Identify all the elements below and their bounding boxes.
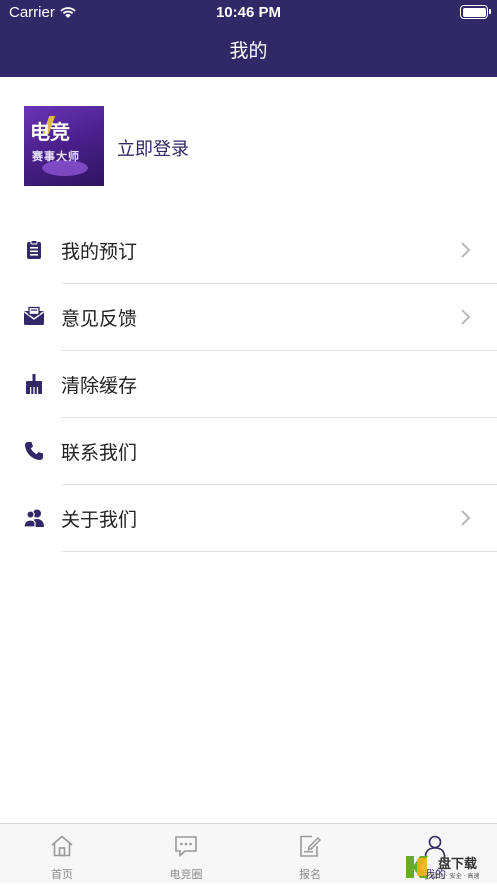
edit-icon [298,834,322,858]
menu-item-my-bookings[interactable]: 我的预订 [0,217,497,284]
tab-label: 报名 [299,868,321,881]
settings-menu: 我的预订 意见反馈 清除缓存 联系我们 关于我们 [0,217,497,552]
page-title: 我的 [229,40,268,62]
users-icon [23,507,45,529]
tab-signup[interactable]: 报名 [248,824,372,884]
chat-icon [174,834,198,858]
battery-icon [460,5,491,19]
menu-item-label: 清除缓存 [61,375,138,397]
menu-item-label: 我的预订 [61,241,138,263]
chevron-right-icon [458,306,472,328]
status-time: 10:46 PM [215,4,282,21]
avatar[interactable]: 电竞 赛事大师 [24,106,104,186]
tab-label: 首页 [51,868,73,881]
watermark-logo: 盘下载 绿色 · 安全 · 高速 [404,853,494,881]
status-bar: Carrier 10:46 PM [0,0,497,26]
menu-item-feedback[interactable]: 意见反馈 [0,284,497,351]
menu-item-about-us[interactable]: 关于我们 [0,485,497,552]
watermark-brand: 盘下载 [438,857,478,872]
broom-icon [23,373,45,395]
menu-item-contact-us[interactable]: 联系我们 [0,418,497,485]
profile-section: 电竞 赛事大师 立即登录 [0,77,497,217]
mail-icon [23,306,45,328]
clipboard-icon [23,239,45,261]
home-icon [50,834,74,858]
tab-label: 电竞圈 [169,868,203,881]
tab-home[interactable]: 首页 [0,824,124,884]
divider [61,551,497,552]
watermark-slogan: 绿色 · 安全 · 高速 [432,873,480,880]
menu-item-label: 意见反馈 [61,308,138,330]
phone-icon [23,440,45,462]
tab-esports-circle[interactable]: 电竞圈 [124,824,248,884]
menu-item-label: 联系我们 [61,442,138,464]
avatar-logo-title: 电竞 [30,120,70,144]
menu-item-label: 关于我们 [61,509,138,531]
chevron-right-icon [458,239,472,261]
avatar-logo-subtitle: 赛事大师 [32,150,80,163]
menu-item-clear-cache[interactable]: 清除缓存 [0,351,497,418]
chevron-right-icon [458,507,472,529]
navigation-header: Carrier 10:46 PM 我的 [0,0,497,77]
login-link[interactable]: 立即登录 [117,135,189,161]
